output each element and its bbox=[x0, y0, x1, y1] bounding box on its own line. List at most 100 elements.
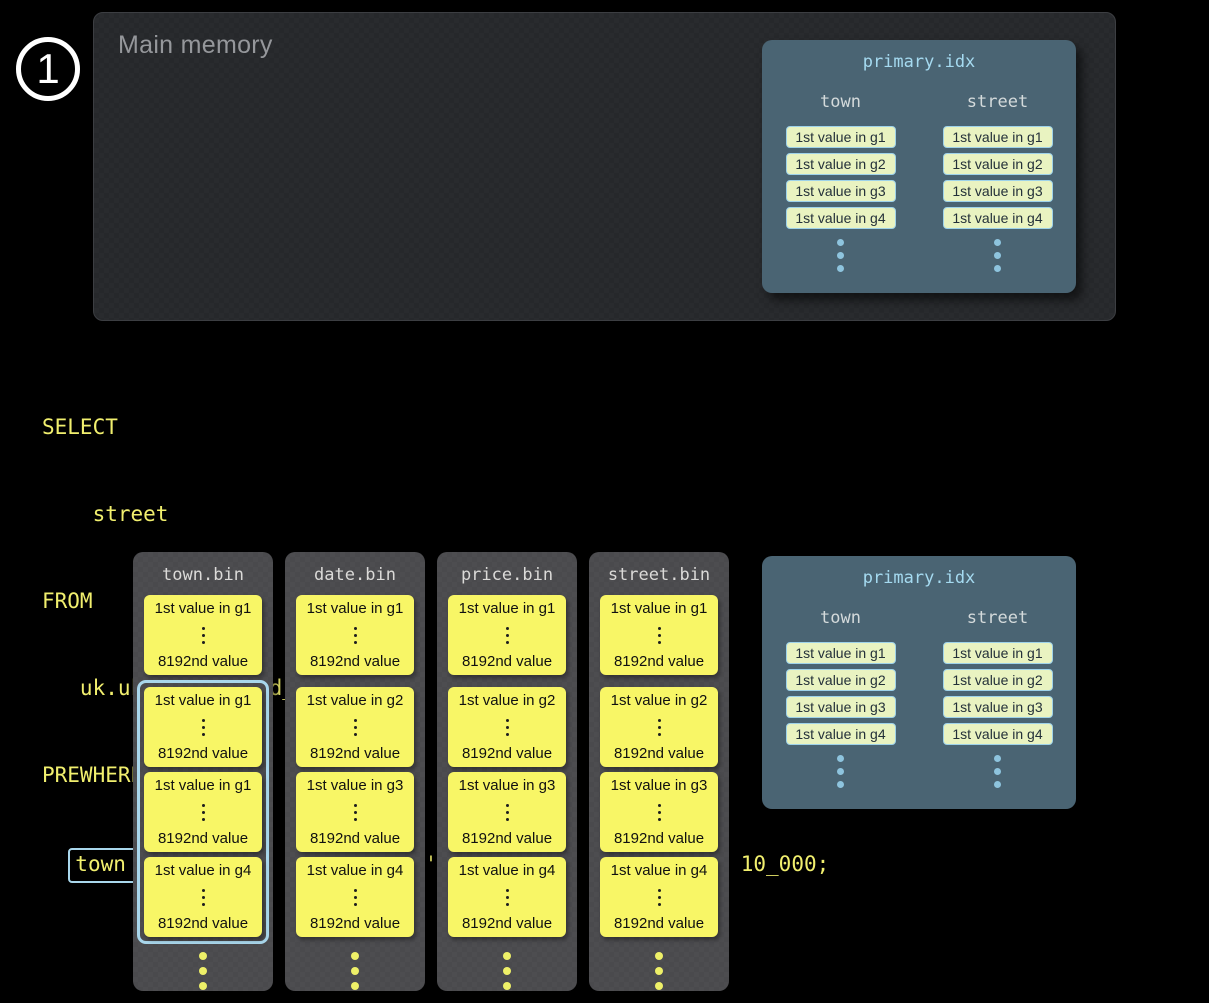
step-1-badge: 1 bbox=[16, 37, 80, 101]
more-granules-dots-icon bbox=[351, 952, 359, 990]
granule-block: 1st value in g3 8192nd value bbox=[448, 772, 566, 852]
main-memory-label: Main memory bbox=[118, 31, 273, 60]
more-marks-dots-icon bbox=[837, 755, 844, 788]
granule-first-value: 1st value in g4 bbox=[155, 862, 252, 879]
index-mark-chip: 1st value in g4 bbox=[786, 723, 896, 745]
index-mark-chip: 1st value in g1 bbox=[943, 126, 1053, 148]
ellipsis-vertical-icon bbox=[354, 719, 357, 736]
granule-first-value: 1st value in g1 bbox=[155, 600, 252, 617]
granule-first-value: 1st value in g3 bbox=[307, 777, 404, 794]
column-header-street: street bbox=[967, 608, 1028, 630]
bin-file-title: price.bin bbox=[437, 552, 577, 595]
ellipsis-vertical-icon bbox=[506, 627, 509, 644]
granule-block: 1st value in g1 8192nd value bbox=[144, 772, 262, 852]
index-column-street: street 1st value in g1 1st value in g2 1… bbox=[919, 608, 1076, 788]
sql-indent bbox=[42, 852, 67, 876]
granule-last-value: 8192nd value bbox=[462, 745, 552, 762]
granule-group: 1st value in g2 8192nd value 1st value i… bbox=[289, 680, 421, 944]
granule-first-value: 1st value in g3 bbox=[611, 777, 708, 794]
ellipsis-vertical-icon bbox=[202, 627, 205, 644]
ellipsis-vertical-icon bbox=[354, 889, 357, 906]
granule-first-value: 1st value in g4 bbox=[307, 862, 404, 879]
granule-list: 1st value in g1 8192nd value 1st value i… bbox=[133, 595, 273, 990]
primary-idx-columns: town 1st value in g1 1st value in g2 1st… bbox=[762, 92, 1076, 272]
index-mark-list: 1st value in g1 1st value in g2 1st valu… bbox=[943, 642, 1053, 745]
ellipsis-vertical-icon bbox=[354, 804, 357, 821]
granule-block: 1st value in g1 8192nd value bbox=[600, 595, 718, 675]
ellipsis-vertical-icon bbox=[658, 719, 661, 736]
granule-first-value: 1st value in g1 bbox=[155, 777, 252, 794]
granule-block: 1st value in g2 8192nd value bbox=[448, 687, 566, 767]
index-mark-chip: 1st value in g1 bbox=[786, 126, 896, 148]
bin-file-title: street.bin bbox=[589, 552, 729, 595]
index-mark-chip: 1st value in g2 bbox=[786, 669, 896, 691]
more-marks-dots-icon bbox=[994, 755, 1001, 788]
more-marks-dots-icon bbox=[837, 239, 844, 272]
more-granules-dots-icon bbox=[655, 952, 663, 990]
granule-list: 1st value in g1 8192nd value 1st value i… bbox=[437, 595, 577, 990]
index-column-town: town 1st value in g1 1st value in g2 1st… bbox=[762, 92, 919, 272]
granule-last-value: 8192nd value bbox=[158, 745, 248, 762]
primary-idx-panel-memory: primary.idx town 1st value in g1 1st val… bbox=[762, 40, 1076, 293]
granule-last-value: 8192nd value bbox=[310, 745, 400, 762]
granule-last-value: 8192nd value bbox=[310, 915, 400, 932]
index-mark-chip: 1st value in g2 bbox=[943, 669, 1053, 691]
granule-first-value: 1st value in g4 bbox=[611, 862, 708, 879]
index-column-street: street 1st value in g1 1st value in g2 1… bbox=[919, 92, 1076, 272]
index-mark-chip: 1st value in g4 bbox=[943, 207, 1053, 229]
granule-first-value: 1st value in g1 bbox=[611, 600, 708, 617]
granule-group: 1st value in g2 8192nd value 1st value i… bbox=[441, 680, 573, 944]
granule-last-value: 8192nd value bbox=[158, 653, 248, 670]
index-mark-chip: 1st value in g3 bbox=[786, 180, 896, 202]
granule-last-value: 8192nd value bbox=[614, 745, 704, 762]
sql-line-select: SELECT bbox=[42, 413, 829, 442]
granule-block: 1st value in g2 8192nd value bbox=[600, 687, 718, 767]
granule-block: 1st value in g2 8192nd value bbox=[296, 687, 414, 767]
ellipsis-vertical-icon bbox=[506, 804, 509, 821]
granule-block: 1st value in g4 8192nd value bbox=[144, 857, 262, 937]
granule-list: 1st value in g1 8192nd value 1st value i… bbox=[285, 595, 425, 990]
granule-first-value: 1st value in g2 bbox=[611, 692, 708, 709]
index-column-town: town 1st value in g1 1st value in g2 1st… bbox=[762, 608, 919, 788]
index-mark-chip: 1st value in g2 bbox=[943, 153, 1053, 175]
more-granules-dots-icon bbox=[503, 952, 511, 990]
ellipsis-vertical-icon bbox=[658, 627, 661, 644]
granule-first-value: 1st value in g2 bbox=[459, 692, 556, 709]
granule-last-value: 8192nd value bbox=[158, 830, 248, 847]
index-mark-list: 1st value in g1 1st value in g2 1st valu… bbox=[786, 642, 896, 745]
primary-idx-columns: town 1st value in g1 1st value in g2 1st… bbox=[762, 608, 1076, 788]
granule-last-value: 8192nd value bbox=[158, 915, 248, 932]
granule-block: 1st value in g1 8192nd value bbox=[144, 595, 262, 675]
primary-idx-title: primary.idx bbox=[762, 40, 1076, 72]
granule-list: 1st value in g1 8192nd value 1st value i… bbox=[589, 595, 729, 990]
granule-first-value: 1st value in g4 bbox=[459, 862, 556, 879]
ellipsis-vertical-icon bbox=[354, 627, 357, 644]
more-marks-dots-icon bbox=[994, 239, 1001, 272]
sql-line-street: street bbox=[42, 500, 829, 529]
bin-file-title: date.bin bbox=[285, 552, 425, 595]
granule-last-value: 8192nd value bbox=[462, 915, 552, 932]
bin-files-row: town.bin 1st value in g1 8192nd value 1s… bbox=[133, 552, 729, 991]
granule-first-value: 1st value in g3 bbox=[459, 777, 556, 794]
granule-block: 1st value in g1 8192nd value bbox=[144, 687, 262, 767]
granule-block: 1st value in g1 8192nd value bbox=[448, 595, 566, 675]
index-mark-chip: 1st value in g4 bbox=[786, 207, 896, 229]
granule-last-value: 8192nd value bbox=[462, 830, 552, 847]
column-header-street: street bbox=[967, 92, 1028, 114]
index-mark-list: 1st value in g1 1st value in g2 1st valu… bbox=[943, 126, 1053, 229]
index-mark-chip: 1st value in g1 bbox=[786, 642, 896, 664]
index-mark-chip: 1st value in g2 bbox=[786, 153, 896, 175]
granule-last-value: 8192nd value bbox=[462, 653, 552, 670]
index-mark-chip: 1st value in g3 bbox=[943, 180, 1053, 202]
granule-last-value: 8192nd value bbox=[614, 915, 704, 932]
granule-block: 1st value in g1 8192nd value bbox=[296, 595, 414, 675]
step-number: 1 bbox=[36, 45, 59, 93]
granule-last-value: 8192nd value bbox=[614, 830, 704, 847]
granule-block: 1st value in g4 8192nd value bbox=[296, 857, 414, 937]
more-granules-dots-icon bbox=[199, 952, 207, 990]
index-mark-chip: 1st value in g4 bbox=[943, 723, 1053, 745]
bin-file-panel-town: town.bin 1st value in g1 8192nd value 1s… bbox=[133, 552, 273, 991]
selected-granules-highlight: 1st value in g1 8192nd value 1st value i… bbox=[137, 680, 269, 944]
bin-file-panel-street: street.bin 1st value in g1 8192nd value … bbox=[589, 552, 729, 991]
granule-block: 1st value in g4 8192nd value bbox=[448, 857, 566, 937]
